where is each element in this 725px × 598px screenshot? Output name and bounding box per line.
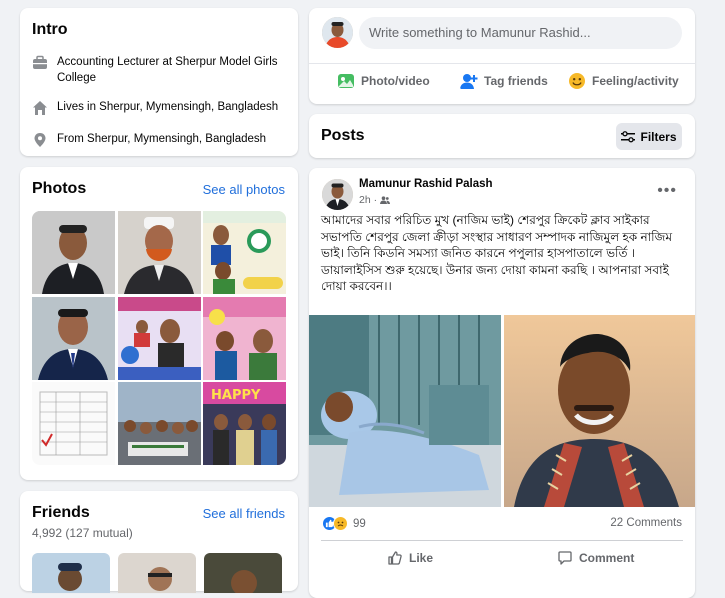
briefcase-icon [33,55,47,69]
svg-text:HAPPY: HAPPY [211,388,261,403]
photo-thumb[interactable] [32,211,115,294]
photo-thumb[interactable] [117,382,201,465]
photo-grid: HAPPY [32,211,286,465]
friends-card: Friends See all friends 4,992 (127 mutua… [20,491,298,593]
intro-item-work: Accounting Lecturer at Sherpur Model Gir… [32,54,292,86]
intro-title: Intro [32,21,68,38]
tag-friends-icon [460,74,478,89]
reaction-summary[interactable]: 99 [322,516,366,531]
friend-thumb[interactable] [204,553,282,593]
filters-icon [621,130,636,142]
tag-friends-button[interactable]: Tag friends [460,72,548,90]
photo-video-icon [338,74,354,88]
intro-lives-text: Lives in Sherpur, Mymensingh, Bangladesh [57,101,279,113]
like-label: Like [409,551,434,565]
post-more-options-icon[interactable]: ••• [657,182,677,200]
composer-avatar[interactable] [322,17,353,48]
friends-count: 4,992 (127 mutual) [32,526,133,540]
filters-button[interactable]: Filters [616,123,682,150]
post-image-portrait[interactable] [504,315,695,507]
like-icon [388,551,402,565]
post-timestamp[interactable]: 2h · [359,194,391,206]
comment-button[interactable]: Comment [557,550,634,566]
composer-card: Write something to Mamunur Rashid... Pho… [309,8,695,104]
post-author-avatar[interactable] [322,179,353,210]
photo-video-button[interactable]: Photo/video [337,72,430,90]
photos-card: Photos See all photos HAPPY [20,167,298,480]
post-card: Mamunur Rashid Palash 2h · ••• আমাদের সব… [309,168,695,598]
comment-label: Comment [579,551,635,565]
see-all-photos-link[interactable]: See all photos [203,182,285,197]
composer-input[interactable]: Write something to Mamunur Rashid... [359,17,682,49]
photo-video-label: Photo/video [361,74,430,88]
photo-thumb[interactable] [32,296,115,380]
home-icon [33,101,47,115]
post-time-text: 2h · [359,194,378,206]
friend-thumb[interactable] [118,553,196,593]
photo-thumb[interactable]: HAPPY [203,382,286,465]
photo-thumb[interactable] [203,211,286,294]
feeling-activity-button[interactable]: Feeling/activity [568,72,679,90]
photo-thumb[interactable] [117,296,201,380]
reaction-count: 99 [353,517,366,530]
intro-from-text: From Sherpur, Mymensingh, Bangladesh [57,133,267,145]
post-image-hospital[interactable] [309,315,501,507]
friend-thumb[interactable] [32,553,110,593]
composer-actions: Photo/video Tag friends Feeling/activity [309,63,695,95]
see-all-friends-link[interactable]: See all friends [203,506,285,521]
comment-icon [558,551,572,565]
like-button[interactable]: Like [387,550,433,566]
intro-work-text: Accounting Lecturer at Sherpur Model Gir… [57,56,278,84]
posts-header-card: Posts Filters [309,114,695,158]
photo-thumb[interactable] [117,211,201,294]
feeling-icon [569,73,585,89]
post-author-name[interactable]: Mamunur Rashid Palash [359,178,493,190]
comments-count-link[interactable]: 22 Comments [610,517,682,529]
filters-label: Filters [640,129,677,144]
photo-thumb[interactable] [32,382,115,465]
feeling-activity-label: Feeling/activity [592,74,679,88]
intro-item-lives: Lives in Sherpur, Mymensingh, Bangladesh [32,99,292,116]
photo-thumb[interactable] [203,296,286,380]
friends-audience-icon [380,196,391,205]
post-text: আমাদের সবার পরিচিত মুখ (নাজিম ভাই) শেরপু… [321,213,672,293]
friends-title: Friends [32,504,90,521]
tag-friends-label: Tag friends [484,74,548,88]
photos-title: Photos [32,180,87,197]
posts-title: Posts [321,127,365,144]
care-reaction-icon [333,516,348,531]
post-actions-bar: Like Comment [321,540,683,572]
location-pin-icon [34,133,46,147]
intro-card: Intro Accounting Lecturer at Sherpur Mod… [20,8,298,156]
intro-item-from: From Sherpur, Mymensingh, Bangladesh [32,131,292,148]
